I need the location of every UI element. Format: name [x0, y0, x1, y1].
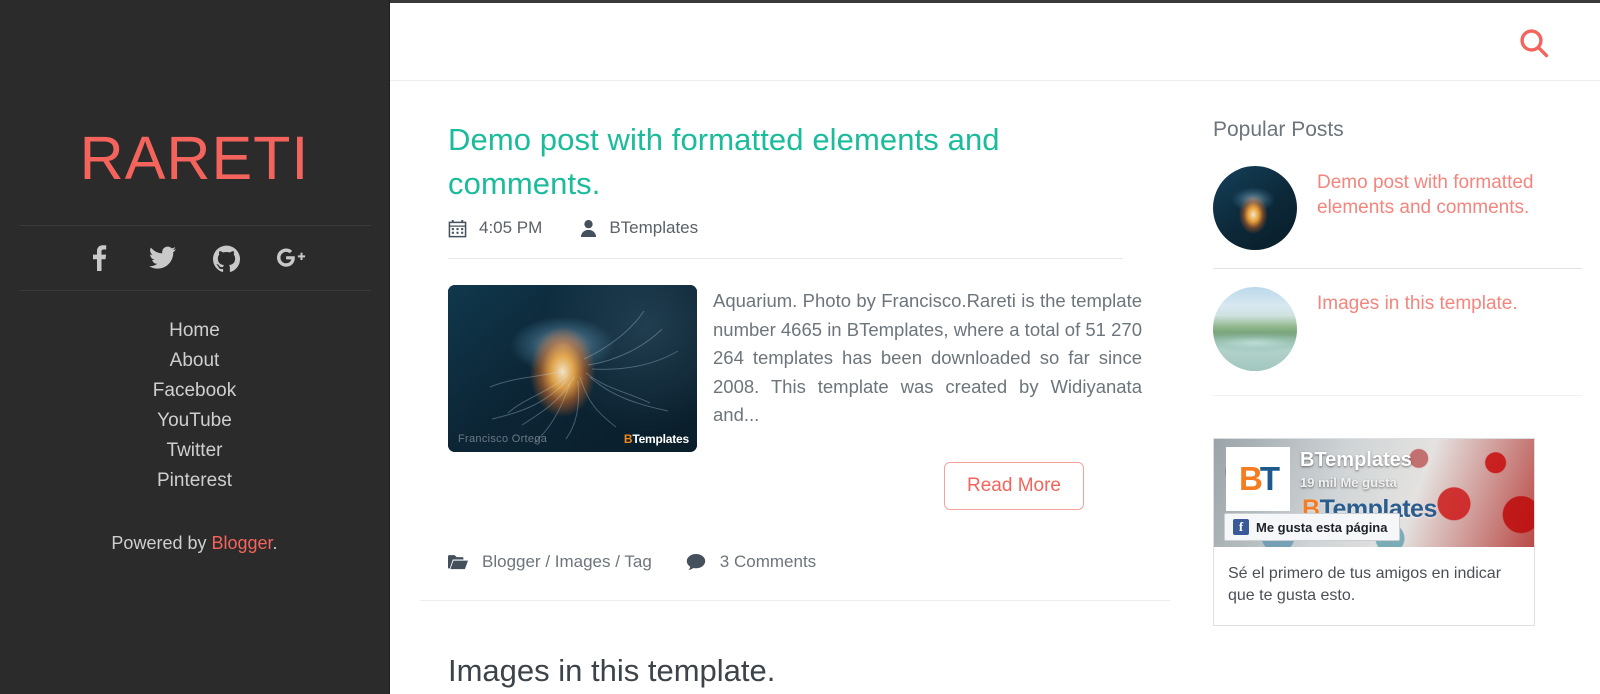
widget-divider	[1213, 395, 1582, 396]
photo-credit: Francisco Ortega	[458, 433, 548, 445]
post-article: Demo post with formatted elements and co…	[410, 82, 1180, 689]
facebook-f-icon: f	[1233, 519, 1249, 535]
list-item[interactable]: Images in this template.	[1213, 268, 1582, 389]
popular-post-thumbnail	[1213, 287, 1297, 371]
search-icon[interactable]	[1514, 24, 1554, 64]
post-meta-divider	[448, 258, 1123, 259]
googleplus-icon[interactable]	[276, 243, 306, 273]
sidebar-divider-bottom	[18, 290, 371, 291]
next-post-title[interactable]: Images in this template.	[448, 601, 1142, 689]
site-title[interactable]: RARETI	[80, 128, 310, 189]
post-comments-text[interactable]: 3 Comments	[720, 552, 816, 572]
post-footer: Blogger / Images / Tag 3 Comments	[448, 552, 1142, 572]
powered-prefix: Powered by	[111, 533, 212, 553]
content-area: Demo post with formatted elements and co…	[390, 82, 1600, 694]
powered-suffix: .	[272, 533, 278, 553]
post-excerpt: Aquarium. Photo by Francisco.Rareti is t…	[713, 290, 1142, 425]
popular-post-thumbnail	[1213, 166, 1297, 250]
post-meta: 4:05 PM BTemplates	[448, 218, 1142, 238]
read-more-button[interactable]: Read More	[944, 462, 1084, 510]
right-sidebar: Popular Posts Demo post with formatted e…	[1195, 82, 1600, 694]
post-body: Francisco Ortega BTemplates Aquarium. Ph…	[448, 285, 1142, 452]
sidebar-item-pinterest[interactable]: Pinterest	[157, 469, 232, 493]
post-author[interactable]: BTemplates	[609, 218, 698, 238]
facebook-icon[interactable]	[84, 243, 114, 273]
facebook-like-count: 19 mil Me gusta	[1300, 475, 1397, 490]
jellyfish-tentacles	[489, 310, 679, 444]
sidebar-item-youtube[interactable]: YouTube	[157, 409, 232, 433]
post-comments: 3 Comments	[686, 552, 816, 572]
post-categories-text[interactable]: Blogger / Images / Tag	[482, 552, 652, 572]
btemplates-watermark: BTemplates	[624, 432, 689, 446]
sidebar-item-about[interactable]: About	[170, 349, 220, 373]
popular-posts-list: Demo post with formatted elements and co…	[1213, 166, 1582, 389]
sidebar-item-facebook[interactable]: Facebook	[153, 379, 236, 403]
post-date-meta: 4:05 PM	[448, 218, 542, 238]
main-column: Demo post with formatted elements and co…	[410, 82, 1180, 694]
powered-by-text: Powered by Blogger.	[111, 533, 277, 554]
site-header	[390, 3, 1600, 81]
comment-icon	[686, 553, 706, 571]
facebook-cover-photo: BT BTemplates 19 mil Me gusta BTemplates…	[1214, 439, 1534, 547]
sidebar-item-home[interactable]: Home	[169, 319, 220, 343]
blogger-link[interactable]: Blogger	[211, 533, 272, 553]
post-title[interactable]: Demo post with formatted elements and co…	[448, 82, 1142, 206]
watermark-rest: Templates	[632, 432, 689, 446]
facebook-like-label: Me gusta esta página	[1256, 519, 1388, 535]
twitter-icon[interactable]	[148, 243, 178, 273]
calendar-icon	[448, 219, 467, 238]
facebook-avatar[interactable]: BT	[1226, 447, 1290, 511]
post-author-meta: BTemplates	[580, 218, 698, 238]
avatar-b-letter: B	[1238, 460, 1263, 497]
post-thumbnail[interactable]: Francisco Ortega BTemplates	[448, 285, 697, 452]
post-time: 4:05 PM	[479, 218, 543, 237]
avatar-t-letter: T	[1259, 460, 1280, 497]
facebook-like-button[interactable]: f Me gusta esta página	[1224, 513, 1401, 541]
popular-post-link[interactable]: Demo post with formatted elements and co…	[1317, 166, 1582, 220]
read-more-wrap: Read More	[448, 462, 1142, 510]
list-item[interactable]: Demo post with formatted elements and co…	[1213, 166, 1582, 268]
facebook-widget-body: Sé el primero de tus amigos en indicar q…	[1214, 547, 1534, 625]
github-icon[interactable]	[212, 243, 242, 273]
popular-posts-title: Popular Posts	[1213, 118, 1344, 141]
sidebar-nav: Home About Facebook YouTube Twitter Pint…	[153, 319, 236, 493]
social-links	[19, 226, 371, 290]
sidebar-item-twitter[interactable]: Twitter	[167, 439, 223, 463]
post-categories: Blogger / Images / Tag	[448, 552, 652, 572]
facebook-page-widget: BT BTemplates 19 mil Me gusta BTemplates…	[1213, 438, 1535, 626]
folder-icon	[448, 554, 468, 570]
left-sidebar: RARETI Home About Facebook YouTube Twitt…	[0, 0, 390, 694]
user-icon	[580, 219, 597, 238]
page-root: RARETI Home About Facebook YouTube Twitt…	[0, 0, 1600, 694]
popular-post-link[interactable]: Images in this template.	[1317, 287, 1518, 316]
facebook-page-name[interactable]: BTemplates	[1300, 449, 1412, 472]
